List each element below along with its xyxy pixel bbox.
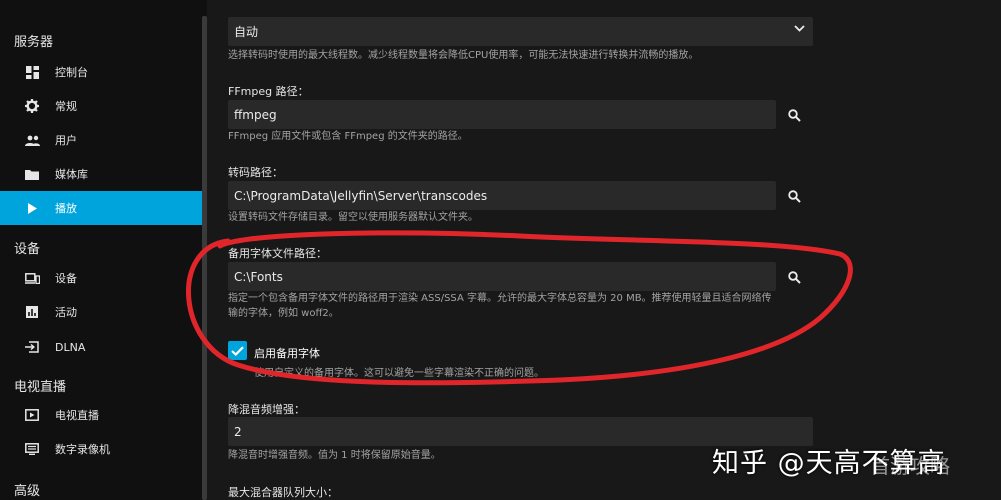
sidebar-item-label: 活动 [55, 306, 77, 319]
sidebar-item-label: 常规 [55, 100, 77, 113]
sidebar-item-dlna[interactable]: DLNA [0, 330, 202, 364]
downmix-boost-value: 2 [234, 424, 242, 439]
ffmpeg-path-input[interactable]: ffmpeg [228, 100, 776, 129]
sidebar-item-libraries[interactable]: 媒体库 [0, 157, 202, 191]
sidebar-item-label: 播放 [55, 202, 77, 215]
sidebar-item-general[interactable]: 常规 [0, 89, 202, 123]
people-icon [24, 132, 40, 148]
sidebar-item-label: 电视直播 [55, 409, 99, 422]
sidebar-item-livetv[interactable]: 电视直播 [0, 398, 202, 432]
transcode-path-label: 转码路径： [228, 166, 283, 179]
sidebar-item-dashboard[interactable]: 控制台 [0, 55, 202, 89]
enable-fallback-font-checkbox[interactable] [228, 341, 247, 360]
enable-fallback-font-label: 启用备用字体 [254, 347, 320, 360]
sidebar-item-label: 控制台 [55, 66, 88, 79]
search-icon [787, 108, 801, 122]
folder-icon [24, 166, 40, 182]
thread-select-help: 选择转码时使用的最大线程数。减少线程数量将会降低CPU使用率，可能无法快速进行转… [228, 50, 699, 61]
sidebar-section-advanced: 高级 [14, 484, 41, 499]
fallback-font-path-value: C:\Fonts [234, 269, 283, 284]
fallback-font-help-line1: 指定一个包含备用字体文件的路径用于渲染 ASS/SSA 字幕。允许的最大字体总容… [228, 293, 772, 304]
dvr-icon [24, 441, 40, 457]
sidebar-item-users[interactable]: 用户 [0, 123, 202, 157]
fallback-font-browse-button[interactable] [781, 264, 807, 290]
select-value: 自动 [234, 25, 259, 39]
gear-icon [24, 98, 40, 114]
transcoding-thread-select[interactable]: 自动 [228, 17, 813, 46]
search-icon [787, 270, 801, 284]
transcode-path-input[interactable]: C:\ProgramData\Jellyfin\Server\transcode… [228, 181, 776, 210]
downmix-boost-label: 降混音频增强： [228, 403, 305, 416]
sidebar-item-label: 用户 [55, 134, 77, 147]
live-tv-icon [24, 407, 40, 423]
fallback-font-path-input[interactable]: C:\Fonts [228, 262, 776, 291]
input-icon [24, 339, 40, 355]
play-icon [24, 200, 40, 216]
dashboard-icon [24, 64, 40, 80]
sidebar-item-dvr[interactable]: 数字录像机 [0, 432, 202, 466]
playback-settings-panel: 自动 选择转码时使用的最大线程数。减少线程数量将会降低CPU使用率，可能无法快速… [207, 0, 1001, 500]
search-icon [787, 189, 801, 203]
sidebar-item-label: 数字录像机 [55, 443, 110, 456]
sidebar-item-activity[interactable]: 活动 [0, 295, 202, 329]
ffmpeg-browse-button[interactable] [781, 102, 807, 128]
sidebar-item-devices[interactable]: 设备 [0, 261, 202, 295]
watermark-overlay: 首游攻略 [870, 454, 950, 478]
sidebar: 服务器 控制台 常规 用户 媒体库 播放 设备 设备 活动 DLNA 电视直播 … [0, 0, 202, 500]
sidebar-section-devices: 设备 [14, 242, 41, 257]
check-icon [231, 345, 244, 356]
fallback-font-path-label: 备用字体文件路径： [228, 247, 327, 260]
sidebar-item-playback[interactable]: 播放 [0, 191, 202, 225]
sidebar-section-livetv: 电视直播 [14, 380, 67, 395]
chevron-down-icon [794, 25, 805, 32]
sidebar-item-label: DLNA [55, 340, 86, 354]
max-muxing-queue-label: 最大混合器队列大小： [228, 486, 338, 499]
sidebar-section-server: 服务器 [14, 35, 54, 50]
ffmpeg-path-label: FFmpeg 路径： [228, 85, 309, 98]
sidebar-item-label: 媒体库 [55, 168, 88, 181]
fallback-font-help-line2: 输的字体，例如 woff2。 [228, 308, 339, 319]
assessment-icon [24, 304, 40, 320]
ffmpeg-path-help: FFmpeg 应用文件或包含 FFmpeg 的文件夹的路径。 [228, 131, 468, 142]
transcode-browse-button[interactable] [781, 183, 807, 209]
enable-fallback-font-help: 使用自定义的备用字体。这可以避免一些字幕渲染不正确的问题。 [254, 368, 544, 379]
ffmpeg-path-value: ffmpeg [234, 107, 277, 122]
transcode-path-value: C:\ProgramData\Jellyfin\Server\transcode… [234, 188, 488, 203]
devices-icon [24, 270, 40, 286]
transcode-path-help: 设置转码文件存储目录。留空以使用服务器默认文件夹。 [228, 212, 478, 223]
sidebar-item-label: 设备 [55, 272, 77, 285]
